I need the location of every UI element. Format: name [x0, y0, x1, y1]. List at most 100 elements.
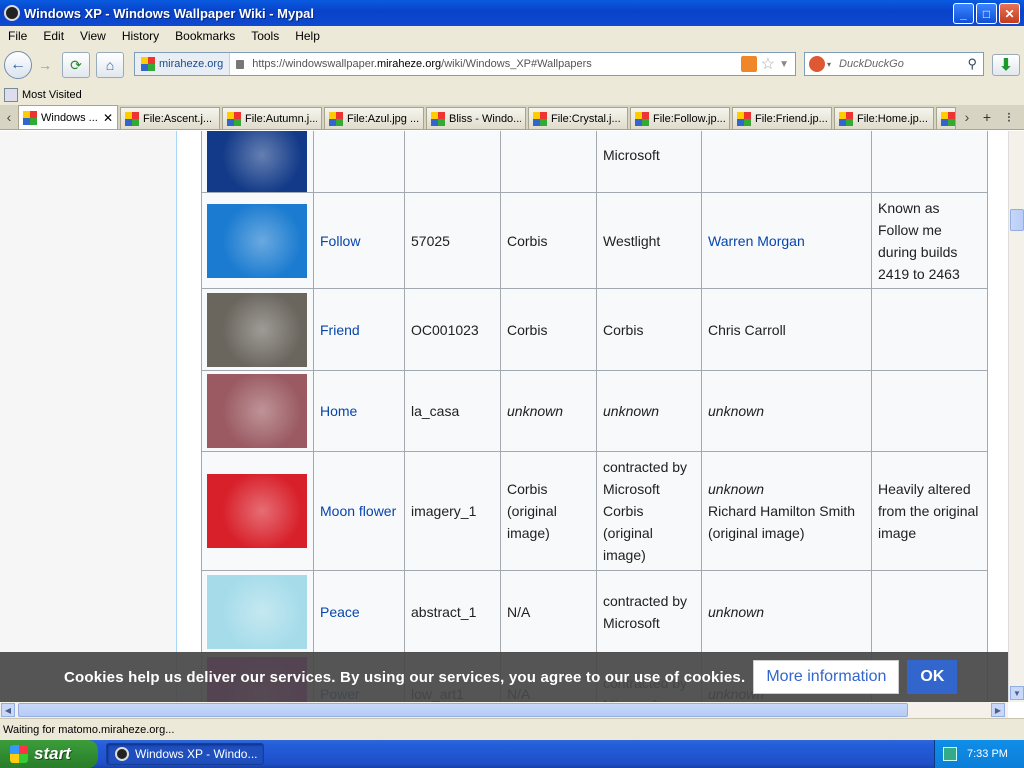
wallpaper-thumbnail-cell [201, 288, 314, 371]
wallpaper-name-cell: Follow [313, 192, 405, 289]
tab-close-icon[interactable]: ✕ [103, 111, 113, 125]
minimize-button[interactable]: _ [953, 3, 974, 24]
scroll-right-arrow-icon[interactable]: ▶ [991, 703, 1005, 717]
tab-strip: ‹ Windows ... ✕ File:Ascent.j... File:Au… [0, 105, 1024, 130]
tab-scroll-right-icon[interactable]: › [958, 105, 976, 129]
url-text[interactable]: https://windowswallpaper.miraheze.org/wi… [244, 58, 741, 70]
title-bar: Windows XP - Windows Wallpaper Wiki - My… [0, 0, 1024, 26]
maximize-button[interactable]: □ [976, 3, 997, 24]
photographer-link[interactable]: Warren Morgan [708, 233, 805, 249]
more-information-button[interactable]: More information [753, 660, 900, 694]
tab-file-friend[interactable]: File:Friend.jp... [732, 107, 832, 129]
tab-file-follow[interactable]: File:Follow.jp... [630, 107, 730, 129]
wallpaper-thumbnail-cell [201, 451, 314, 571]
table-row: Peace abstract_1 N/A contracted by Microsoft… [201, 570, 988, 653]
status-text: Waiting for matomo.miraheze.org... [3, 723, 175, 736]
new-tab-icon[interactable]: + [976, 105, 998, 129]
menu-bookmarks[interactable]: Bookmarks [167, 29, 243, 43]
menu-view[interactable]: View [72, 29, 114, 43]
address-bar[interactable]: miraheze.org https://windowswallpaper.mi… [134, 52, 796, 76]
menu-help[interactable]: Help [287, 29, 328, 43]
wallpaper-name-link[interactable]: Friend [320, 322, 360, 338]
wallpaper-id-cell: 57025 [404, 192, 501, 289]
notes-cell [871, 570, 988, 653]
table-row: Home la_casa unknown unknown unknown [201, 370, 988, 452]
search-bar[interactable]: ▾ DuckDuckGo ⚲ [804, 52, 984, 76]
scroll-down-arrow-icon[interactable]: ▼ [1010, 686, 1024, 700]
wallpaper-thumbnail[interactable] [207, 131, 307, 192]
wallpapers-table: Microsoft Follow 57025 Corbis Westlight Warre… [201, 131, 988, 702]
scroll-left-arrow-icon[interactable]: ◀ [1, 703, 15, 717]
agency-cell: Corbis [500, 288, 597, 371]
page-content: Microsoft Follow 57025 Corbis Westlight Warre… [0, 131, 1008, 702]
rss-feed-icon[interactable] [740, 56, 757, 72]
wallpaper-name-link[interactable]: Moon flower [320, 503, 396, 519]
start-button[interactable]: start [0, 740, 98, 768]
wallpaper-name-link[interactable]: Follow [320, 233, 360, 249]
vertical-scroll-thumb[interactable] [1010, 209, 1024, 231]
menu-edit[interactable]: Edit [35, 29, 72, 43]
tab-file-azul[interactable]: File:Azul.jpg ... [324, 107, 424, 129]
menu-file[interactable]: File [0, 29, 35, 43]
source-cell: unknown [596, 370, 702, 452]
menu-bar: File Edit View History Bookmarks Tools H… [0, 26, 1024, 46]
home-button[interactable]: ⌂ [96, 52, 124, 78]
lock-icon [236, 59, 245, 69]
clock[interactable]: 7:33 PM [967, 748, 1008, 760]
wallpaper-name-link[interactable]: Peace [320, 604, 360, 620]
menu-tools[interactable]: Tools [243, 29, 287, 43]
wallpaper-thumbnail[interactable] [207, 474, 307, 548]
agency-cell: unknown [500, 370, 597, 452]
site-identity-button[interactable]: miraheze.org [135, 53, 231, 75]
tab-list-icon[interactable]: ⁝ [998, 105, 1020, 129]
url-dropdown-icon[interactable]: ▼ [779, 59, 789, 70]
downloads-button[interactable]: ⬇ [992, 54, 1020, 76]
duckduckgo-icon[interactable] [809, 56, 825, 72]
wallpaper-name-link[interactable]: Home [320, 403, 357, 419]
forward-button[interactable]: → [34, 52, 56, 78]
network-icon[interactable] [943, 747, 957, 761]
table-row: Friend OC001023 Corbis Corbis Chris Carroll [201, 288, 988, 371]
tab-favicon [941, 111, 955, 126]
wallpaper-name-cell: Friend [313, 288, 405, 371]
source-cell: contracted byMicrosoft [596, 570, 702, 653]
most-visited-bookmark[interactable]: Most Visited [22, 89, 82, 101]
taskbar-item-mypal[interactable]: Windows XP - Windo... [106, 743, 264, 765]
wallpaper-thumbnail-cell [201, 570, 314, 653]
notes-cell [871, 370, 988, 452]
tab-bliss[interactable]: Bliss - Windo... [426, 107, 526, 129]
tab-file-crystal[interactable]: File:Crystal.j... [528, 107, 628, 129]
back-button[interactable]: ← [4, 51, 32, 79]
tab-file-home[interactable]: File:Home.jp... [834, 107, 934, 129]
most-visited-icon [4, 87, 18, 102]
tab-favicon [533, 111, 547, 126]
wallpaper-name-cell: Peace [313, 570, 405, 653]
wallpaper-id-cell: OC001023 [404, 288, 501, 371]
bookmark-star-icon[interactable]: ☆ [761, 54, 775, 74]
tab-favicon [23, 110, 37, 125]
tab-scroll-left-icon[interactable]: ‹ [0, 105, 18, 129]
close-button[interactable]: ✕ [999, 3, 1020, 24]
tab-file-ascent[interactable]: File:Ascent.j... [120, 107, 220, 129]
search-icon[interactable]: ⚲ [967, 56, 977, 72]
ok-button[interactable]: OK [907, 660, 958, 694]
wallpaper-thumbnail[interactable] [207, 203, 307, 278]
horizontal-scrollbar[interactable]: ◀ ▶ [0, 702, 1008, 718]
window-title: Windows XP - Windows Wallpaper Wiki - My… [24, 5, 315, 21]
wallpaper-thumbnail[interactable] [207, 574, 307, 649]
agency-cell: Corbis [500, 192, 597, 289]
vertical-scrollbar[interactable]: ▼ [1008, 131, 1024, 702]
wallpaper-thumbnail[interactable] [207, 292, 307, 367]
wallpaper-thumbnail-cell [201, 192, 314, 289]
reload-button[interactable]: ⟳ [62, 52, 90, 78]
wallpaper-thumbnail[interactable] [207, 374, 307, 448]
table-row: Microsoft [201, 131, 988, 193]
system-tray: 7:33 PM [934, 740, 1024, 768]
search-input[interactable]: DuckDuckGo [831, 58, 967, 70]
tab-file-autumn[interactable]: File:Autumn.j... [222, 107, 322, 129]
tab-overflow[interactable] [936, 107, 956, 129]
tab-windows-xp[interactable]: Windows ... ✕ [18, 105, 118, 129]
horizontal-scroll-thumb[interactable] [18, 703, 908, 717]
menu-history[interactable]: History [114, 29, 167, 43]
agency-cell [500, 131, 597, 193]
